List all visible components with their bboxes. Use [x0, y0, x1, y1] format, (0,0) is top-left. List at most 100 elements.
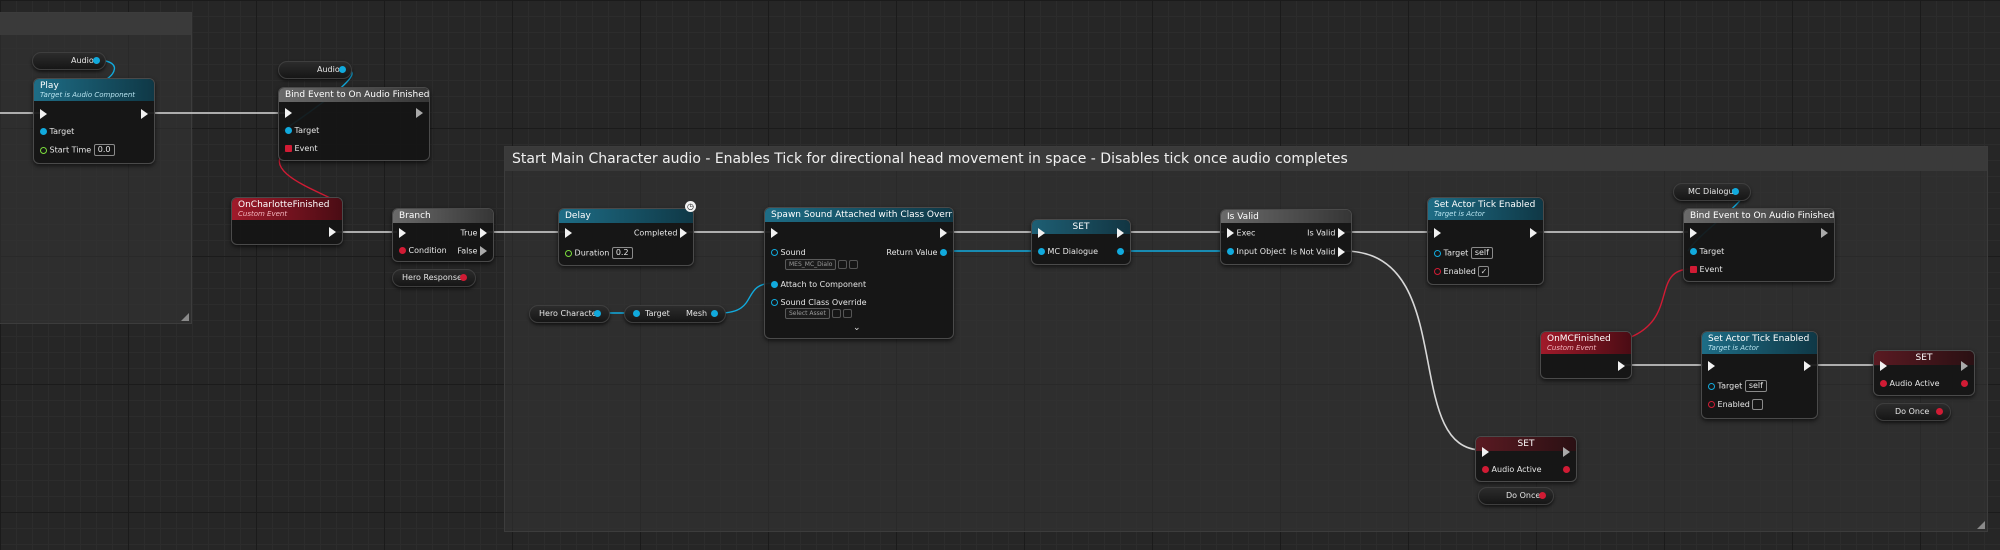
mc-dialogue-output-pin[interactable]	[1117, 247, 1124, 256]
sound-asset-picker[interactable]: MES_MC_Dialo	[785, 259, 859, 270]
event-pin[interactable]: Event	[285, 144, 317, 153]
enabled-pin[interactable]: Enabled	[1708, 399, 1764, 410]
exec-input-pin[interactable]	[1708, 361, 1715, 371]
sound-pin[interactable]: Sound	[771, 248, 806, 257]
condition-pin[interactable]: Condition	[399, 246, 447, 255]
object-output-pin[interactable]	[1732, 188, 1739, 195]
exec-input-pin[interactable]	[399, 228, 406, 238]
enabled-checkbox[interactable]: ✓	[1478, 266, 1490, 277]
get-mesh-node[interactable]: Target Mesh	[624, 305, 726, 323]
exec-input-pin[interactable]	[1038, 228, 1045, 238]
exec-output-pin[interactable]	[1821, 228, 1828, 238]
event-pin[interactable]: Event	[1690, 265, 1722, 274]
duration-pin[interactable]: Duration 0.2	[565, 247, 633, 259]
on-mc-finished-event-node[interactable]: OnMCFinished Custom Event	[1540, 331, 1632, 379]
branch-node[interactable]: Branch True Condition False	[392, 208, 494, 262]
exec-output-pin[interactable]	[1117, 228, 1124, 238]
enabled-checkbox[interactable]	[1752, 399, 1764, 410]
hero-response-variable-node[interactable]: Hero Response	[392, 269, 476, 287]
sound-class-override-pin[interactable]: Sound Class Override	[771, 298, 866, 307]
expand-chevron-icon[interactable]: ⌄	[853, 323, 861, 333]
set-mc-dialogue-node[interactable]: SET MC Dialogue	[1031, 219, 1131, 265]
exec-input-pin[interactable]	[40, 109, 47, 119]
exec-output-pin[interactable]	[1563, 447, 1570, 457]
exec-output-pin[interactable]	[1961, 361, 1968, 371]
mc-dialogue-variable-node[interactable]: MC Dialogue	[1673, 183, 1751, 201]
node-title: Play	[40, 81, 59, 91]
object-output-pin[interactable]	[339, 66, 346, 73]
use-selected-icon[interactable]	[849, 260, 859, 269]
exec-output-pin[interactable]	[416, 108, 423, 118]
comment-title[interactable]	[0, 13, 191, 35]
exec-input-pin[interactable]	[1690, 228, 1697, 238]
exec-output-pin[interactable]	[141, 109, 148, 119]
audio-active-pin[interactable]: Audio Active	[1880, 379, 1940, 388]
on-charlotte-finished-event-node[interactable]: OnCharlotteFinished Custom Event	[231, 197, 343, 245]
target-pin[interactable]: Target self	[1708, 380, 1767, 392]
resize-grip[interactable]	[181, 313, 189, 321]
is-valid-node[interactable]: Is Valid Exec Is Valid Input Object Is N…	[1220, 209, 1352, 265]
start-time-pin[interactable]: Start Time 0.0	[40, 144, 115, 156]
duration-input[interactable]: 0.2	[611, 247, 633, 259]
exec-input-pin[interactable]	[1434, 228, 1441, 238]
exec-input-pin[interactable]	[771, 228, 778, 238]
input-object-pin[interactable]: Input Object	[1227, 247, 1286, 256]
exec-input-pin[interactable]	[565, 228, 572, 238]
target-pin[interactable]: Target	[1690, 247, 1724, 256]
use-selected-icon[interactable]	[842, 309, 852, 318]
target-pin[interactable]: Target	[40, 127, 74, 136]
exec-input-pin[interactable]: Exec	[1227, 228, 1255, 238]
exec-input-pin[interactable]	[285, 108, 292, 118]
do-once-variable-node[interactable]: Do Once	[1478, 487, 1554, 505]
target-pin[interactable]: Target self	[1434, 247, 1493, 259]
audio-variable-node[interactable]: Audio	[32, 52, 106, 70]
return-value-pin[interactable]: Return Value	[886, 248, 947, 257]
bind-event-audio-finished-node[interactable]: Bind Event to On Audio Finished Target E…	[278, 87, 430, 161]
true-exec-pin[interactable]: True	[460, 228, 487, 238]
is-not-valid-exec-pin[interactable]: Is Not Valid	[1291, 247, 1345, 257]
sound-asset-dropdown[interactable]: MES_MC_Dialo	[785, 259, 837, 270]
exec-output-pin[interactable]	[329, 227, 336, 237]
is-valid-exec-pin[interactable]: Is Valid	[1307, 228, 1345, 238]
mesh-output-pin[interactable]	[711, 310, 718, 317]
comment-title[interactable]: Start Main Character audio - Enables Tic…	[505, 147, 1987, 171]
attach-to-component-pin[interactable]: Attach to Component	[771, 280, 866, 289]
bool-output-pin[interactable]	[1539, 492, 1546, 499]
exec-output-pin[interactable]	[1804, 361, 1811, 371]
false-exec-pin[interactable]: False	[457, 246, 487, 256]
object-output-pin[interactable]	[93, 57, 100, 64]
exec-input-pin[interactable]	[1482, 447, 1489, 457]
object-output-pin[interactable]	[594, 310, 601, 317]
audio-active-pin[interactable]: Audio Active	[1482, 465, 1542, 474]
audio-active-output-pin[interactable]	[1563, 465, 1570, 474]
target-pin[interactable]: Target	[285, 126, 319, 135]
bind-event-mc-audio-finished-node[interactable]: Bind Event to On Audio Finished Target E…	[1683, 208, 1835, 282]
set-audio-active-node[interactable]: SET Audio Active	[1873, 350, 1975, 396]
mc-dialogue-pin[interactable]: MC Dialogue	[1038, 247, 1098, 256]
spawn-sound-attached-node[interactable]: Spawn Sound Attached with Class Override…	[764, 207, 954, 339]
set-actor-tick-enabled-node-2[interactable]: Set Actor Tick Enabled Target is Actor T…	[1701, 331, 1818, 419]
browse-icon[interactable]	[831, 309, 841, 318]
play-node[interactable]: Play Target is Audio Component Target St…	[33, 78, 155, 164]
browse-icon[interactable]	[838, 260, 848, 269]
enabled-pin[interactable]: Enabled ✓	[1434, 266, 1490, 277]
bool-output-pin[interactable]	[1936, 408, 1943, 415]
completed-exec-pin[interactable]: Completed	[634, 228, 687, 238]
exec-output-pin[interactable]	[1530, 228, 1537, 238]
audio-variable-node[interactable]: Audio	[278, 61, 352, 79]
do-once-variable-node[interactable]: Do Once	[1875, 403, 1951, 421]
bool-output-pin[interactable]	[460, 274, 467, 281]
target-pin[interactable]	[633, 310, 640, 317]
hero-character-variable-node[interactable]: Hero Character	[529, 305, 610, 323]
exec-output-pin[interactable]	[1618, 361, 1625, 371]
set-audio-active-node[interactable]: SET Audio Active	[1475, 436, 1577, 482]
resize-grip[interactable]	[1977, 521, 1985, 529]
exec-input-pin[interactable]	[1880, 361, 1887, 371]
exec-output-pin[interactable]	[940, 228, 947, 238]
audio-active-output-pin[interactable]	[1961, 379, 1968, 388]
start-time-input[interactable]: 0.0	[93, 144, 115, 156]
sound-class-asset-picker[interactable]: Select Asset	[785, 308, 852, 319]
sound-class-dropdown[interactable]: Select Asset	[785, 308, 830, 319]
set-actor-tick-enabled-node[interactable]: Set Actor Tick Enabled Target is Actor T…	[1427, 197, 1544, 285]
delay-node[interactable]: Delay Completed Duration 0.2	[558, 208, 694, 266]
